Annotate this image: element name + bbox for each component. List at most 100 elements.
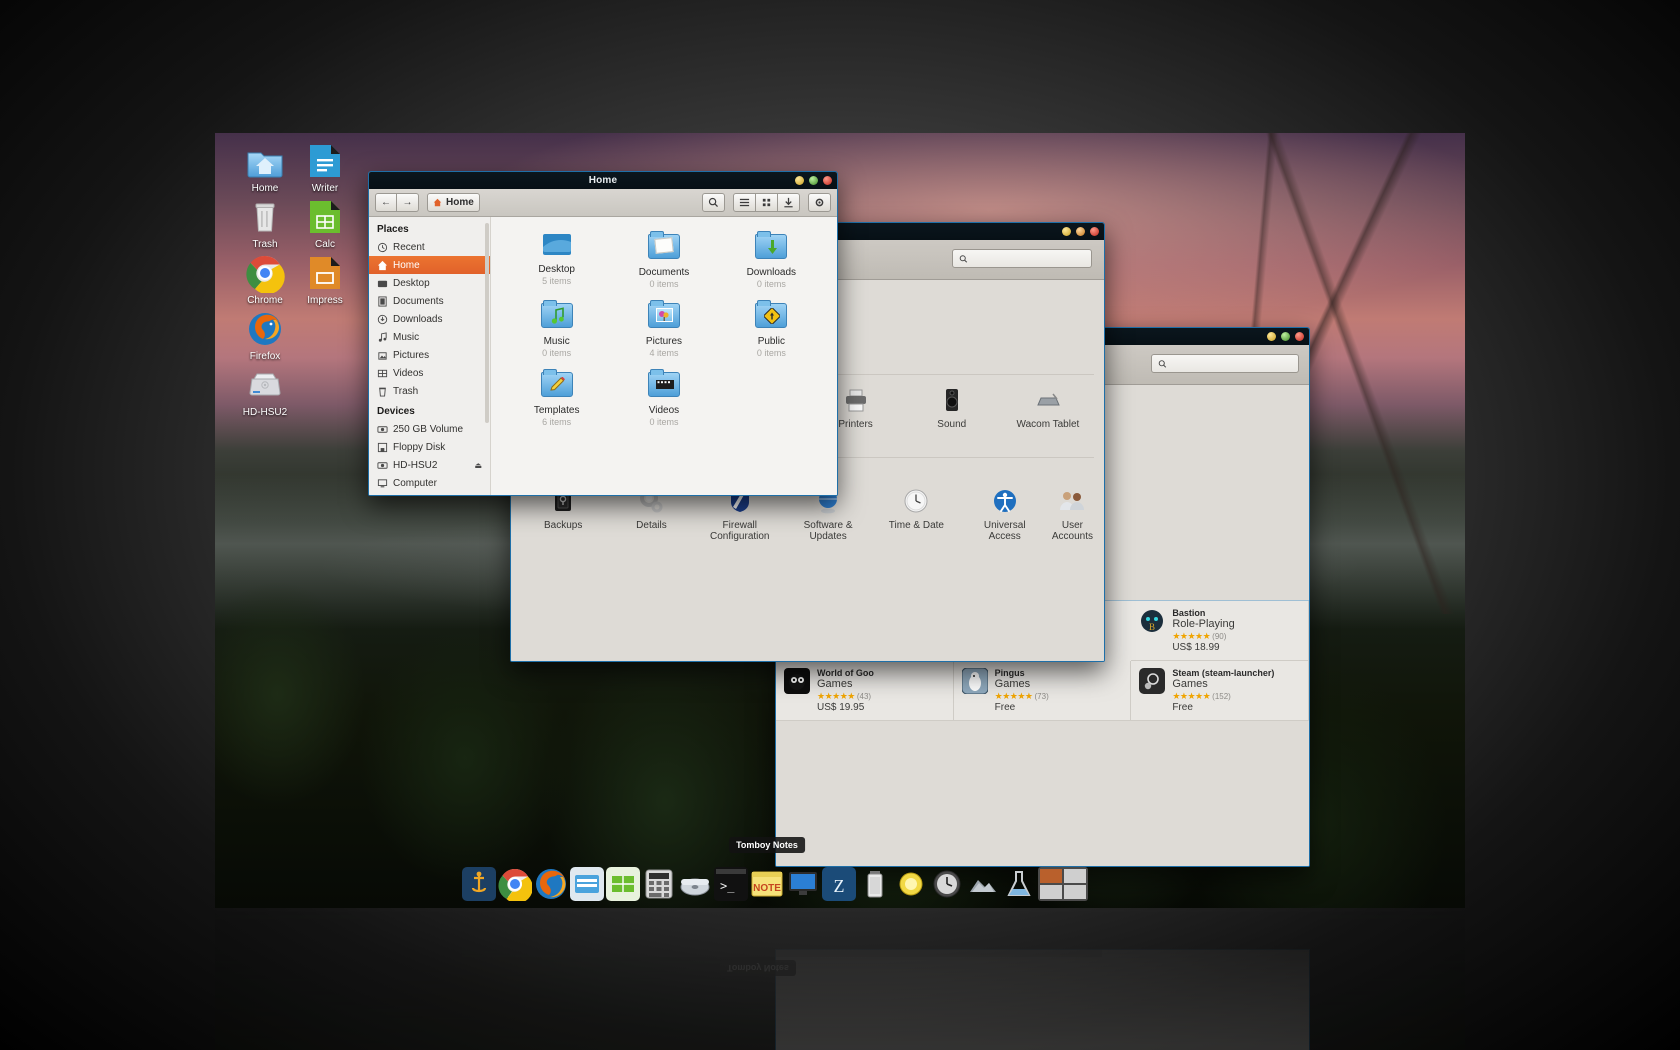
search-icon bbox=[959, 254, 968, 264]
weather-icon[interactable] bbox=[966, 867, 1000, 901]
window-buttons[interactable] bbox=[1267, 332, 1304, 341]
desktop-icon-home[interactable]: Home bbox=[233, 141, 297, 194]
google-chrome-icon[interactable] bbox=[498, 867, 532, 901]
file-item-count: 0 items bbox=[610, 279, 717, 290]
desktop-icon-chrome[interactable]: Chrome bbox=[233, 253, 297, 306]
software-search-box[interactable] bbox=[1151, 354, 1299, 373]
file-manager-toolbar[interactable]: ← → Home bbox=[369, 189, 837, 217]
file-item-templates[interactable]: Templates 6 items bbox=[503, 369, 610, 428]
firefox-icon[interactable] bbox=[534, 867, 568, 901]
file-item-desktop[interactable]: Desktop 5 items bbox=[503, 231, 610, 290]
maximize-button[interactable] bbox=[809, 176, 818, 185]
disc-burner-icon[interactable] bbox=[678, 867, 712, 901]
grid-view-button[interactable] bbox=[756, 193, 778, 212]
sidebar-item-documents[interactable]: Documents bbox=[369, 292, 490, 310]
settings-search-box[interactable] bbox=[952, 249, 1092, 268]
anchor-launcher-icon[interactable] bbox=[462, 867, 496, 901]
battery-monitor-icon[interactable] bbox=[858, 867, 892, 901]
svg-text:NOTE: NOTE bbox=[753, 883, 781, 894]
back-button[interactable]: ← bbox=[375, 193, 397, 212]
minimize-button[interactable] bbox=[1267, 332, 1276, 341]
desktop-icon-impress[interactable]: Impress bbox=[293, 253, 357, 306]
hard-disk-icon bbox=[245, 365, 285, 405]
zekr-icon[interactable]: Z bbox=[822, 867, 856, 901]
file-manager-titlebar[interactable]: Home bbox=[369, 172, 837, 189]
file-item-downloads[interactable]: Downloads 0 items bbox=[718, 231, 825, 290]
software-app-world-of-goo[interactable]: World of Goo Games ★★★★★ (43) US$ 19.95 bbox=[776, 661, 954, 721]
file-manager-body: Places Recent Home Desktop bbox=[369, 217, 837, 495]
close-button[interactable] bbox=[823, 176, 832, 185]
software-app-steam[interactable]: Steam (steam-launcher) Games ★★★★★ (152)… bbox=[1131, 661, 1309, 721]
sidebar-item-music[interactable]: Music bbox=[369, 328, 490, 346]
calc-icon[interactable] bbox=[606, 867, 640, 901]
minimize-button[interactable] bbox=[1062, 227, 1071, 236]
file-item-videos[interactable]: Videos 0 items bbox=[610, 369, 717, 428]
close-button[interactable] bbox=[1090, 227, 1099, 236]
file-item-documents[interactable]: Documents 0 items bbox=[610, 231, 717, 290]
desktop-icon-writer[interactable]: Writer bbox=[293, 141, 357, 194]
sidebar-item-downloads[interactable]: Downloads bbox=[369, 310, 490, 328]
brightness-icon[interactable] bbox=[894, 867, 928, 901]
sidebar-item-recent[interactable]: Recent bbox=[369, 238, 490, 256]
file-item-pictures[interactable]: Pictures 4 items bbox=[610, 300, 717, 359]
downloads-button[interactable] bbox=[778, 193, 800, 212]
desktop-icon-calc[interactable]: Calc bbox=[293, 197, 357, 250]
sidebar-item-desktop[interactable]: Desktop bbox=[369, 274, 490, 292]
desktop-icon-trash[interactable]: Trash bbox=[233, 197, 297, 250]
sidebar-item-trash[interactable]: Trash bbox=[369, 382, 490, 400]
desktop-icon-firefox[interactable]: Firefox bbox=[233, 309, 297, 362]
sidebar-item-computer[interactable]: Computer bbox=[369, 474, 490, 492]
eject-icon[interactable]: ⏏ bbox=[474, 461, 482, 470]
settings-item-user-accounts[interactable]: User Accounts bbox=[1051, 482, 1094, 546]
nav-buttons[interactable]: ← → bbox=[375, 193, 419, 212]
settings-item-wacom-tablet[interactable]: Wacom Tablet bbox=[1002, 381, 1094, 445]
view-toggle-group[interactable] bbox=[733, 193, 800, 212]
tomboy-notes-icon[interactable]: NOTE bbox=[750, 867, 784, 901]
close-button[interactable] bbox=[1295, 332, 1304, 341]
terminal-icon[interactable]: >_ bbox=[714, 867, 748, 901]
sidebar-scrollbar[interactable] bbox=[485, 223, 489, 423]
software-search-input[interactable] bbox=[1171, 358, 1292, 369]
sidebar-item-floppy-disk[interactable]: Floppy Disk bbox=[369, 438, 490, 456]
software-app-bastion[interactable]: B Bastion Role-Playing ★★★★★ (90) US$ 18… bbox=[1131, 601, 1309, 661]
file-manager-sidebar[interactable]: Places Recent Home Desktop bbox=[369, 217, 491, 495]
file-item-music[interactable]: Music 0 items bbox=[503, 300, 610, 359]
workspace-switcher-icon[interactable] bbox=[1038, 867, 1088, 901]
settings-search-input[interactable] bbox=[972, 253, 1085, 264]
file-manager-window[interactable]: Home ← → Home bbox=[368, 171, 838, 496]
calculator-icon[interactable] bbox=[642, 867, 676, 901]
breadcrumb-home[interactable]: Home bbox=[427, 193, 480, 212]
window-buttons[interactable] bbox=[1062, 227, 1099, 236]
dock[interactable]: Tomboy Notes >_ NOTE Z bbox=[462, 859, 1102, 901]
list-view-button[interactable] bbox=[733, 193, 756, 212]
sidebar-item-250gb-volume[interactable]: 250 GB Volume bbox=[369, 420, 490, 438]
display-settings-icon[interactable] bbox=[786, 867, 820, 901]
settings-item-time-date[interactable]: Time & Date bbox=[874, 482, 958, 546]
minimize-button[interactable] bbox=[795, 176, 804, 185]
settings-item-sound[interactable]: Sound bbox=[906, 381, 998, 445]
breadcrumb-label: Home bbox=[446, 197, 474, 208]
clock-icon[interactable] bbox=[930, 867, 964, 901]
documents-folder-icon bbox=[647, 234, 681, 264]
app-review-count: (43) bbox=[857, 692, 871, 701]
search-button[interactable] bbox=[702, 193, 725, 212]
sidebar-item-videos[interactable]: Videos bbox=[369, 364, 490, 382]
files-icon[interactable] bbox=[570, 867, 604, 901]
video-icon bbox=[377, 368, 388, 379]
file-item-public[interactable]: Public 0 items bbox=[718, 300, 825, 359]
settings-item-universal-access[interactable]: Universal Access bbox=[963, 482, 1047, 546]
sidebar-item-hd-hsu2[interactable]: HD-HSU2 ⏏ bbox=[369, 456, 490, 474]
file-icon-view[interactable]: Desktop 5 items Documents 0 items bbox=[491, 217, 837, 495]
flask-icon[interactable] bbox=[1002, 867, 1036, 901]
sidebar-item-pictures[interactable]: Pictures bbox=[369, 346, 490, 364]
sidebar-item-home[interactable]: Home bbox=[369, 256, 490, 274]
forward-button[interactable]: → bbox=[397, 193, 419, 212]
desktop-icon-hd-hsu2[interactable]: HD-HSU2 bbox=[233, 365, 297, 418]
libreoffice-calc-icon bbox=[305, 197, 345, 237]
maximize-button[interactable] bbox=[1076, 227, 1085, 236]
maximize-button[interactable] bbox=[1281, 332, 1290, 341]
settings-menu-button[interactable] bbox=[808, 193, 831, 212]
software-app-pingus[interactable]: Pingus Games ★★★★★ (73) Free bbox=[954, 661, 1132, 721]
desktop-icon-label: Trash bbox=[233, 239, 297, 250]
window-buttons[interactable] bbox=[795, 176, 832, 185]
